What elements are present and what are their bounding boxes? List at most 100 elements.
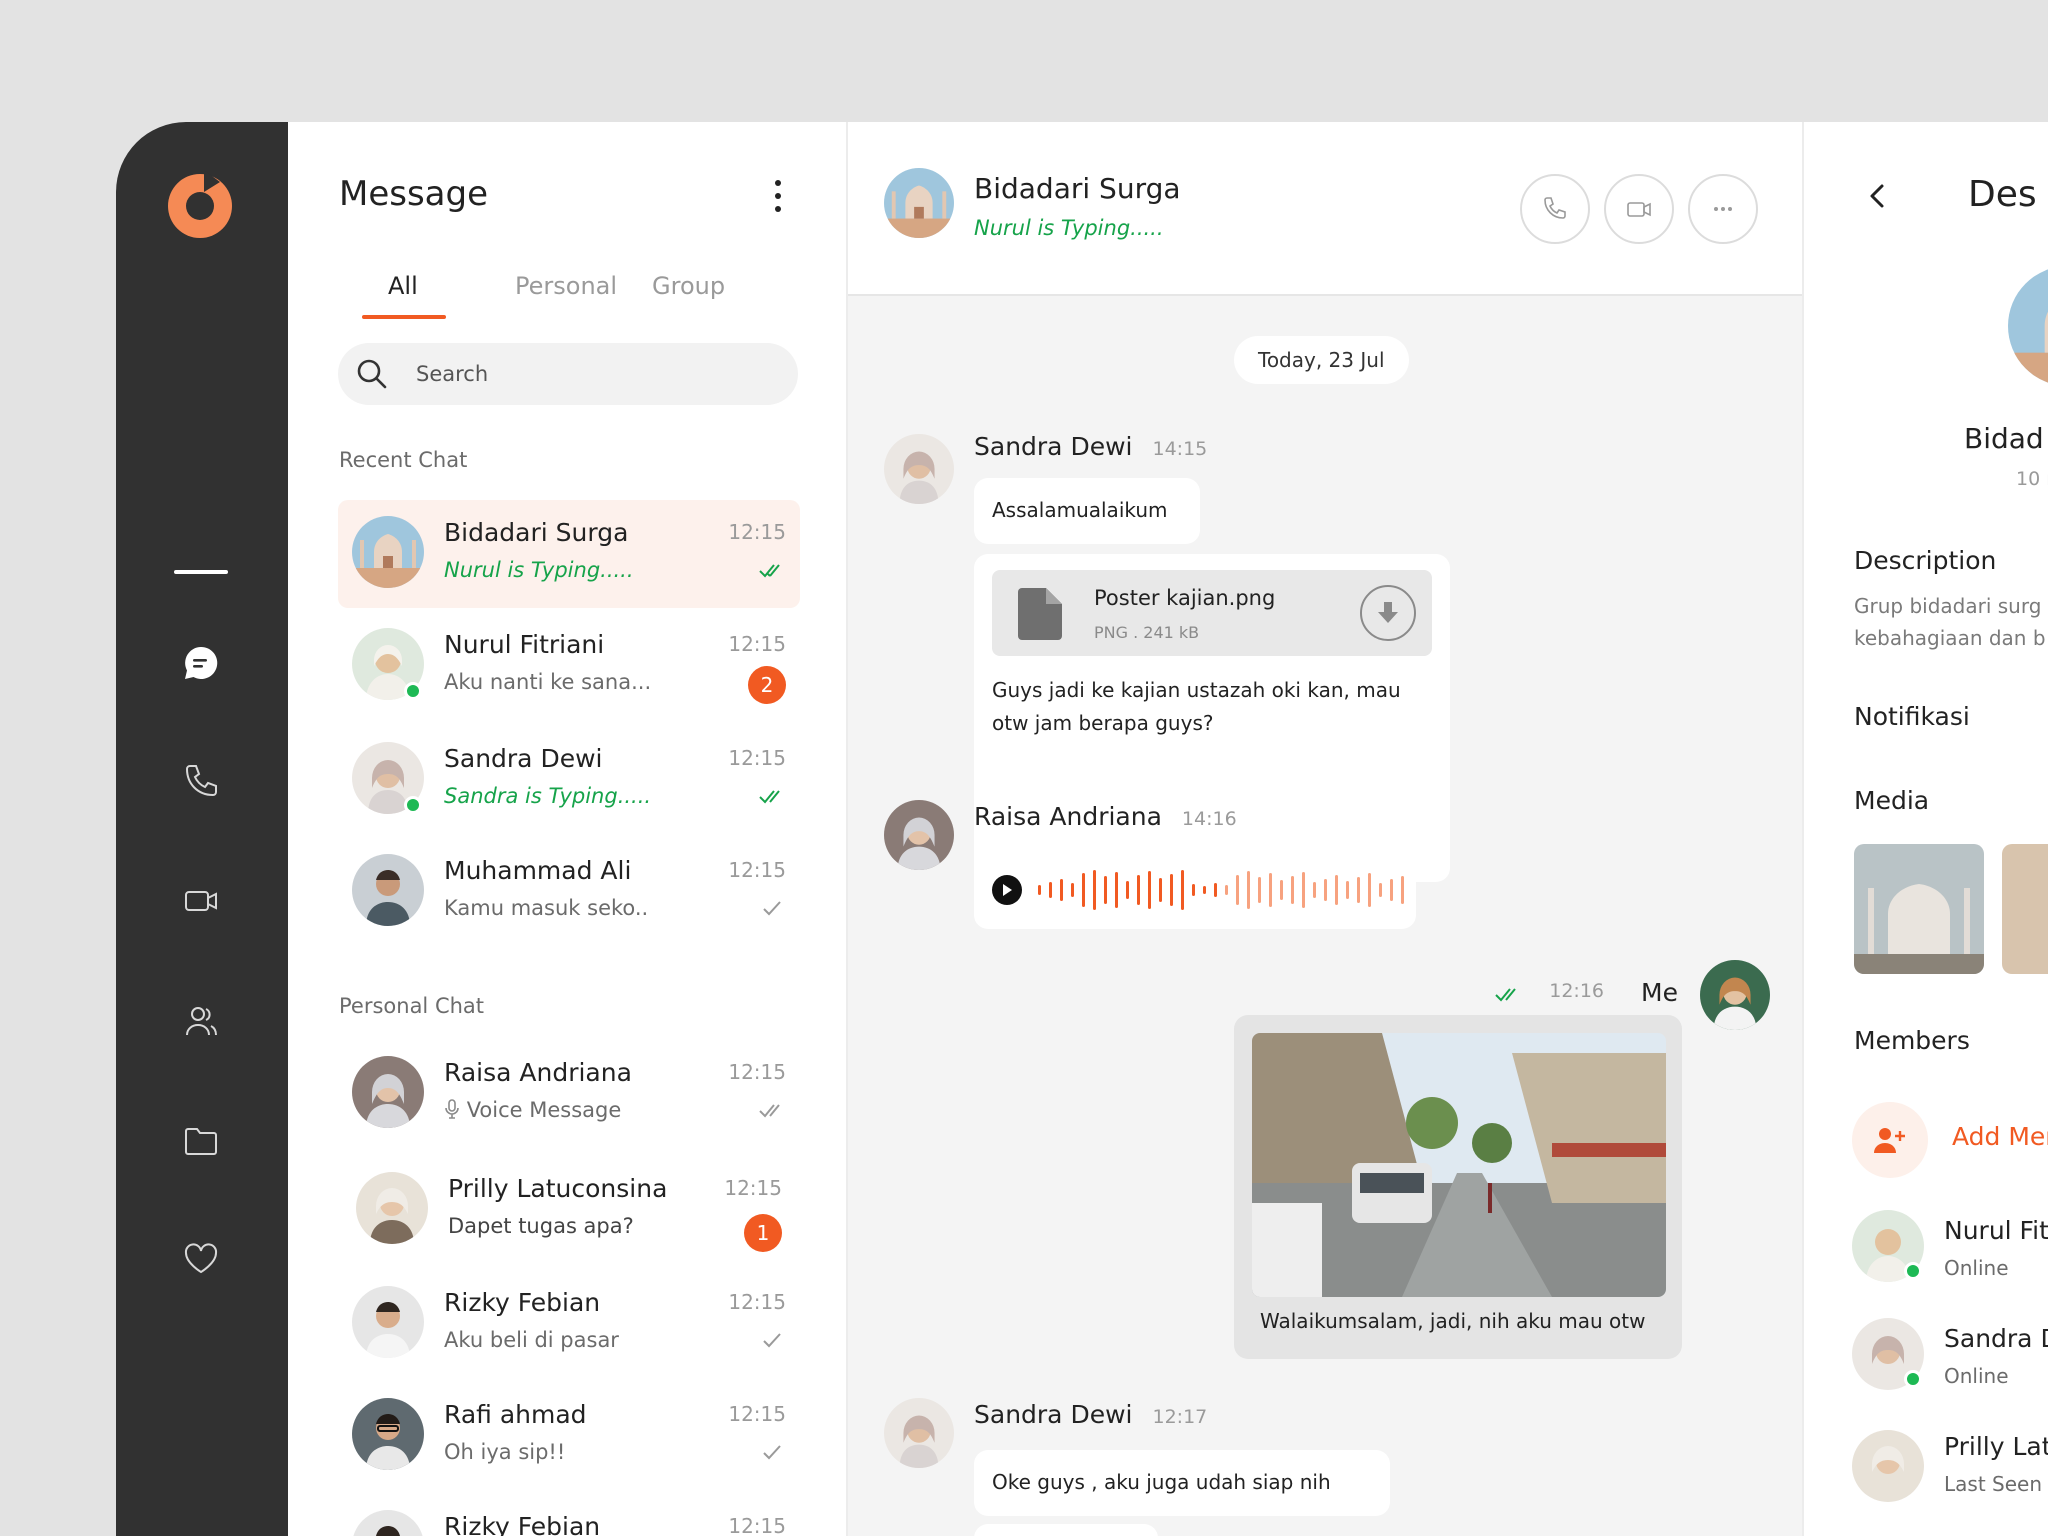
notification-label: Notifikasi (1854, 702, 1970, 731)
read-double-check-icon (1495, 988, 1516, 1002)
waveform-bar (1401, 876, 1404, 904)
chat-time: 12:15 (728, 1402, 786, 1426)
waveform-bar (1269, 873, 1272, 907)
member-status: Online (1944, 1256, 2009, 1280)
microphone-icon (445, 1099, 459, 1119)
contact-avatar (352, 854, 424, 926)
app-window: Message All Personal Group Recent Chat B… (116, 122, 2048, 1536)
voice-call-button[interactable] (1520, 174, 1590, 244)
chat-time: 12:15 (728, 1060, 786, 1084)
street-photo[interactable] (1252, 1033, 1666, 1297)
group-name: Bidad (1964, 422, 2044, 455)
message-time: 14:15 (1152, 438, 1208, 460)
active-tab-indicator (362, 315, 446, 319)
file-meta: PNG . 241 kB (1094, 623, 1200, 642)
video-icon (1627, 202, 1651, 217)
chat-time: 12:15 (728, 1514, 786, 1536)
chat-item-rizky-febian[interactable]: Rizky Febian Aku beli di pasar 12:15 (338, 1270, 800, 1378)
date-separator: Today, 23 Jul (1234, 336, 1409, 384)
sender-name: Sandra Dewi (974, 1400, 1133, 1429)
detail-title: Des (1968, 174, 2037, 215)
chat-time: 12:15 (728, 520, 786, 544)
member-name: Prilly Latu (1944, 1432, 2048, 1461)
chat-item-rizky-febian-2[interactable]: Rizky Febian 12:15 (338, 1494, 800, 1536)
chat-item-sandra-dewi[interactable]: Sandra Dewi Sandra is Typing..... 12:15 (338, 726, 800, 834)
message-time: 12:16 (1549, 980, 1604, 1002)
play-button[interactable] (992, 875, 1022, 905)
sidebar-item-contacts[interactable] (166, 986, 236, 1056)
app-logo-icon (168, 170, 232, 238)
contact-avatar (352, 1398, 424, 1470)
audio-waveform[interactable] (1038, 865, 1418, 915)
search-icon (357, 359, 387, 389)
add-member-label[interactable]: Add Mem (1952, 1122, 2048, 1151)
more-options-button[interactable] (1688, 174, 1758, 244)
file-icon (1018, 588, 1062, 640)
chat-name: Prilly Latuconsina (448, 1174, 668, 1203)
more-options-icon[interactable] (766, 176, 790, 216)
unread-badge: 2 (748, 666, 786, 704)
chat-preview: Aku beli di pasar (444, 1328, 619, 1352)
voice-message-label: Voice Message (466, 1098, 622, 1122)
download-icon (1378, 602, 1398, 623)
chat-time: 12:15 (724, 1176, 782, 1200)
online-indicator (1904, 1370, 1922, 1388)
chat-name: Bidadari Surga (444, 518, 629, 547)
waveform-bar (1247, 871, 1250, 909)
back-arrow-icon[interactable] (1860, 178, 1896, 214)
member-status: Online (1944, 1364, 2009, 1388)
contact-avatar (352, 1286, 424, 1358)
tab-all[interactable]: All (388, 272, 418, 300)
waveform-bar (1225, 885, 1228, 895)
contacts-icon (186, 1007, 217, 1036)
tab-personal[interactable]: Personal (515, 272, 617, 300)
sidebar-item-files[interactable] (166, 1106, 236, 1176)
group-detail-panel: Des Bidad 10 m Description Grup bidadari… (1804, 122, 2048, 1536)
chat-preview: Kamu masuk seko.. (444, 896, 649, 920)
waveform-bar (1280, 880, 1283, 900)
media-thumbnail[interactable] (1854, 844, 1984, 974)
message-sender: Raisa Andriana 14:16 (974, 802, 1237, 831)
waveform-bar (1302, 872, 1305, 908)
waveform-bar (1093, 870, 1096, 910)
add-member-button[interactable] (1852, 1102, 1928, 1178)
sidebar-item-video[interactable] (166, 866, 236, 936)
chat-item-nurul-fitriani[interactable]: Nurul Fitriani Aku nanti ke sana... 12:1… (338, 612, 800, 720)
chat-name: Sandra Dewi (444, 744, 603, 773)
waveform-bar (1115, 872, 1118, 908)
file-attachment[interactable]: Poster kajian.png PNG . 241 kB (992, 570, 1432, 656)
chat-preview: Aku nanti ke sana... (444, 670, 652, 694)
media-thumbnail[interactable] (2002, 844, 2048, 974)
chat-item-prilly-latuconsina[interactable]: Prilly Latuconsina Dapet tugas apa? 12:1… (338, 1156, 800, 1264)
sender-avatar (884, 800, 954, 870)
sidebar-item-favorites[interactable] (166, 1224, 236, 1294)
online-indicator (1904, 1262, 1922, 1280)
waveform-bar (1335, 875, 1338, 905)
read-double-check-icon (759, 564, 780, 578)
chat-item-bidadari-surga[interactable]: Bidadari Surga Nurul is Typing..... 12:1… (338, 500, 800, 608)
waveform-bar (1390, 879, 1393, 901)
tab-group[interactable]: Group (652, 272, 725, 300)
more-horizontal-icon (1714, 207, 1732, 211)
video-icon (185, 891, 217, 911)
chat-item-rafi-ahmad[interactable]: Rafi ahmad Oh iya sip!! 12:15 (338, 1382, 800, 1490)
sidebar-item-calls[interactable] (166, 746, 236, 816)
waveform-bar (1258, 877, 1261, 903)
chat-item-muhammad-ali[interactable]: Muhammad Ali Kamu masuk seko.. 12:15 (338, 838, 800, 946)
sidebar-item-chats[interactable] (166, 628, 236, 698)
search-input[interactable] (416, 357, 776, 391)
image-caption: Walaikumsalam, jadi, nih aku mau otw (1260, 1309, 1646, 1333)
message-time: 14:16 (1181, 808, 1237, 830)
description-line: kebahagiaan dan b (1854, 626, 2046, 650)
chat-item-raisa-andriana[interactable]: Raisa Andriana Voice Message 12:15 (338, 1040, 800, 1148)
waveform-bar (1192, 884, 1195, 896)
chat-name: Muhammad Ali (444, 856, 632, 885)
waveform-bar (1159, 878, 1162, 902)
description-line: Grup bidadari surg (1854, 594, 2042, 618)
waveform-bar (1170, 874, 1173, 906)
waveform-bar (1291, 876, 1294, 904)
download-button[interactable] (1360, 585, 1416, 641)
video-call-button[interactable] (1604, 174, 1674, 244)
my-avatar (1700, 960, 1770, 1030)
sent-check-icon (763, 901, 781, 916)
